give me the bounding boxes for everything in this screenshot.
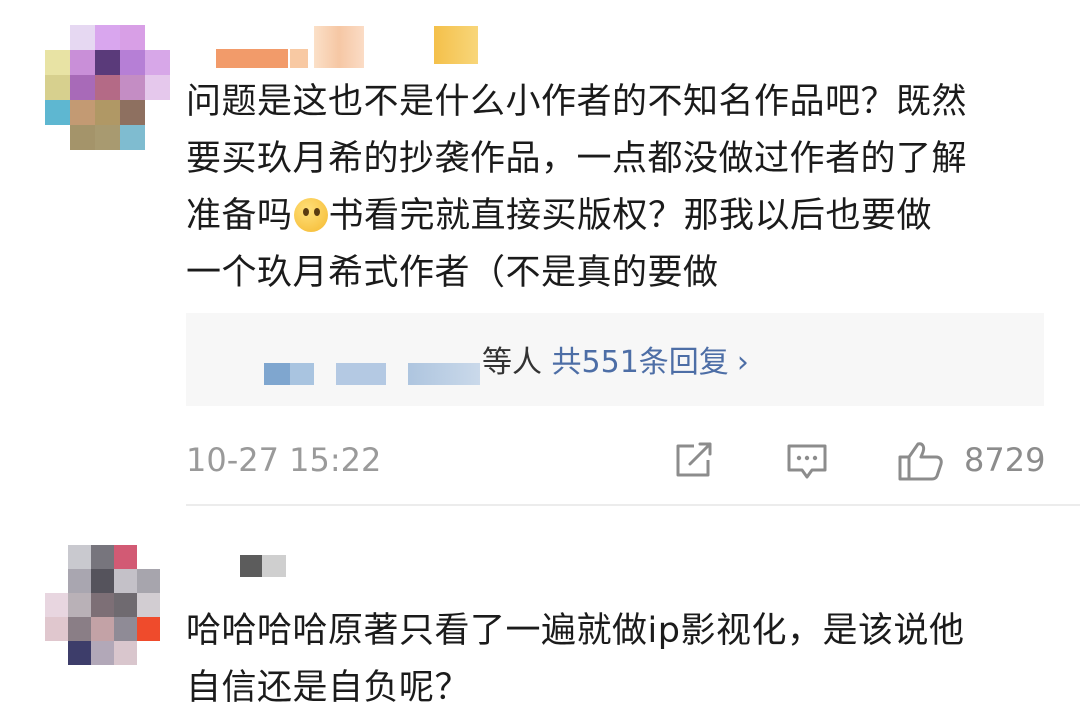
comment-text: 哈哈哈哈原著只看了一遍就做ip影视化，是该说他 自信还是自负呢？	[186, 603, 1056, 717]
replier-name-blur	[264, 363, 290, 385]
thinking-face-emoji-icon	[293, 198, 328, 232]
like-button[interactable]	[896, 440, 946, 486]
vip-badge	[434, 26, 478, 64]
reply-summary[interactable]: 等人 共551条回复 ›	[482, 343, 749, 383]
reply-count-link[interactable]: 共551条回复	[552, 345, 729, 380]
username-blur-segment	[262, 555, 286, 577]
comment-line: 自信还是自负呢？	[186, 668, 471, 708]
username-blur-segment	[290, 49, 308, 68]
comment-item: 问题是这也不是什么小作者的不知名作品吧？既然 要买玖月希的抄袭作品，一点都没做过…	[0, 0, 1080, 506]
avatar[interactable]	[45, 25, 170, 150]
avatar[interactable]	[45, 545, 160, 665]
timestamp: 10-27 15:22	[186, 441, 382, 479]
comment-meta: 10-27 15:22 8729	[186, 437, 1046, 486]
username-blur-segment	[314, 26, 364, 68]
comment-text: 问题是这也不是什么小作者的不知名作品吧？既然 要买玖月希的抄袭作品，一点都没做过…	[186, 74, 1056, 302]
thumbs-up-icon	[898, 442, 943, 481]
comment-icon	[787, 444, 827, 479]
comment-line: 哈哈哈哈原著只看了一遍就做ip影视化，是该说他	[186, 611, 965, 651]
username-blur-segment	[216, 49, 288, 68]
comment-line: 问题是这也不是什么小作者的不知名作品吧？既然	[186, 82, 968, 122]
replier-name-blur	[336, 363, 386, 385]
replier-name-blur	[290, 363, 314, 385]
comment-item: 哈哈哈哈原著只看了一遍就做ip影视化，是该说他 自信还是自负呢？	[0, 505, 1080, 722]
reply-preview-box[interactable]: 等人 共551条回复 ›	[186, 313, 1044, 406]
replier-name-blur	[408, 363, 480, 385]
like-count: 8729	[964, 441, 1046, 479]
comment-button[interactable]	[784, 440, 830, 486]
comment-line: 一个玖月希式作者（不是真的要做	[186, 253, 719, 293]
comment-line: 准备吗 书看完就直接买版权？那我以后也要做	[186, 196, 933, 236]
share-button[interactable]	[672, 440, 716, 484]
comment-line: 要买玖月希的抄袭作品，一点都没做过作者的了解	[186, 139, 968, 179]
share-icon	[676, 442, 712, 477]
reply-suffix: 等人	[482, 345, 542, 380]
chevron-right-icon: ›	[736, 345, 749, 380]
username-blur-segment	[240, 555, 262, 577]
